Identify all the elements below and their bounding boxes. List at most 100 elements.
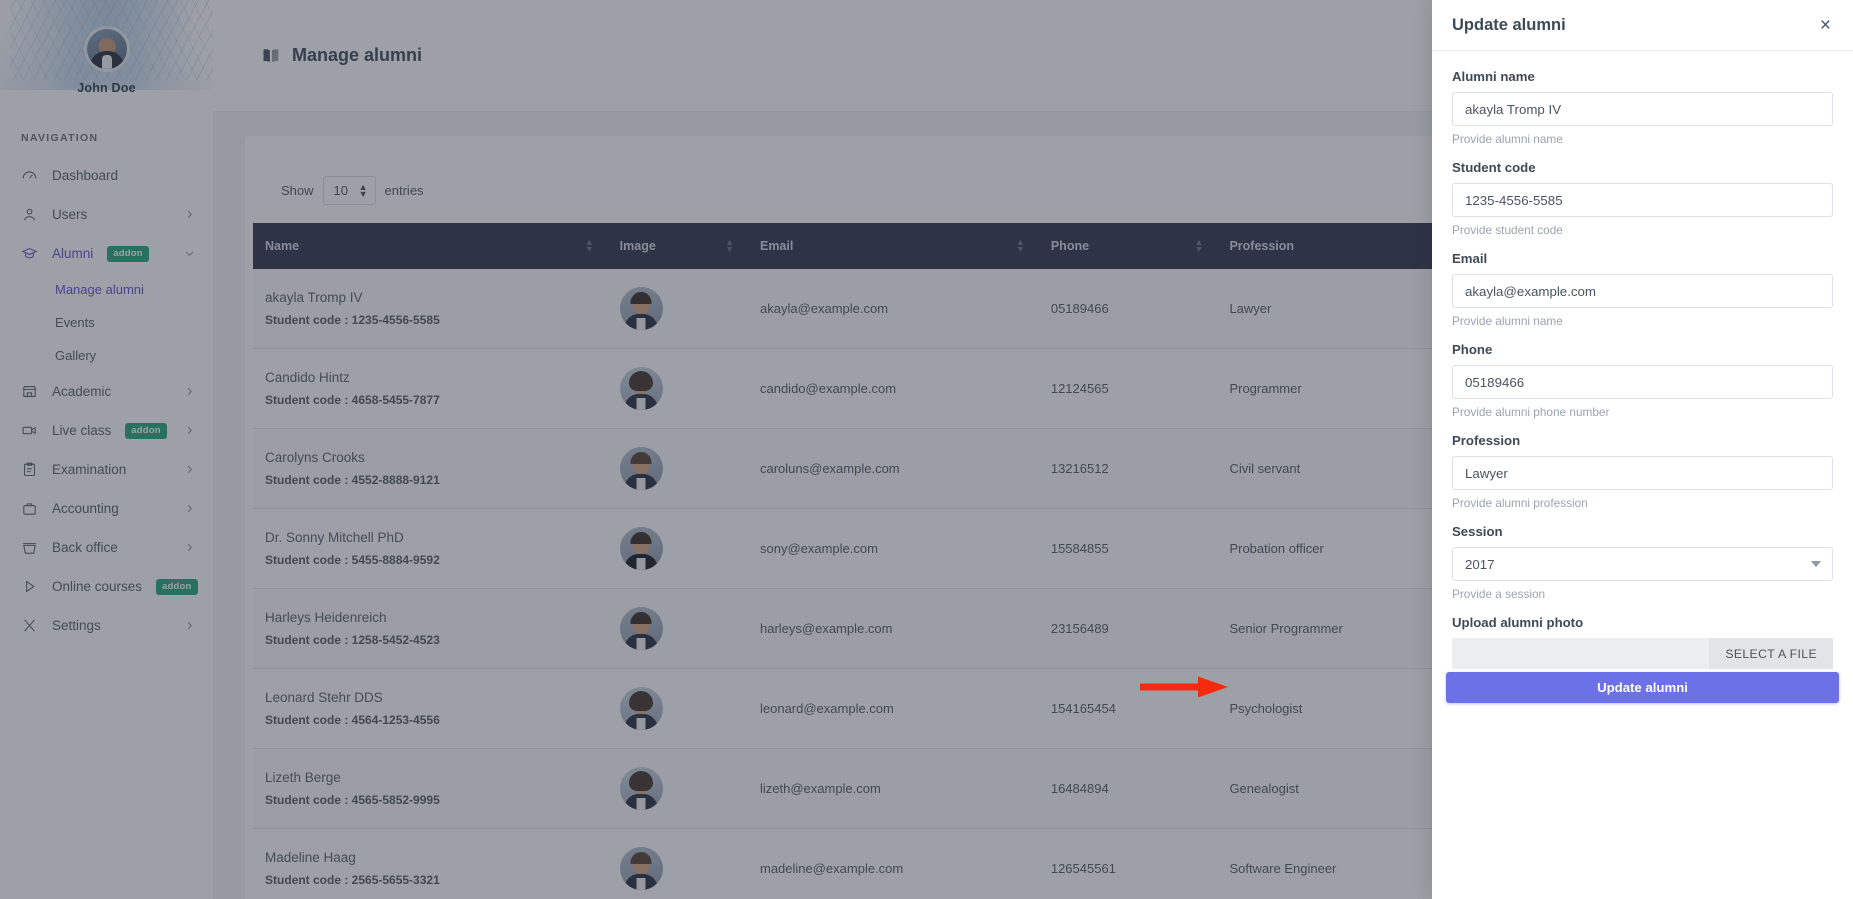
page-length-select[interactable]: 10 xyxy=(323,176,376,205)
sort-icon: ▲▼ xyxy=(1195,239,1204,253)
sidebar-item-accounting[interactable]: Accounting xyxy=(0,489,213,528)
email-input[interactable] xyxy=(1452,274,1833,308)
sidebar-item-gallery[interactable]: Gallery xyxy=(0,339,213,372)
table-row[interactable]: Madeline HaagStudent code : 2565-5655-33… xyxy=(253,829,1553,899)
cell-image xyxy=(608,509,748,589)
table-row[interactable]: akayla Tromp IVStudent code : 1235-4556-… xyxy=(253,269,1553,349)
alumni-name-text: Carolyns Crooks xyxy=(265,450,608,465)
label-email: Email xyxy=(1452,251,1833,266)
label-session: Session xyxy=(1452,524,1833,539)
cell-name: Lizeth BergeStudent code : 4565-5852-999… xyxy=(253,749,608,829)
table-row[interactable]: Leonard Stehr DDSStudent code : 4564-125… xyxy=(253,669,1553,749)
hint-phone: Provide alumni phone number xyxy=(1452,405,1833,419)
cell-email: akayla@example.com xyxy=(748,269,1039,349)
video-camera-icon xyxy=(21,422,38,439)
addon-badge: addon xyxy=(125,423,167,439)
sort-icon: ▲▼ xyxy=(1016,239,1025,253)
student-code-input[interactable] xyxy=(1452,183,1833,217)
table-head: Name▲▼ Image▲▼ Email▲▼ Phone▲▼ Professio… xyxy=(253,223,1553,269)
field-alumni-name: Alumni name Provide alumni name xyxy=(1452,69,1833,146)
table-row[interactable]: Harleys HeidenreichStudent code : 1258-5… xyxy=(253,589,1553,669)
upload-control: SELECT A FILE xyxy=(1452,638,1833,669)
cell-phone: 05189466 xyxy=(1039,269,1218,349)
sidebar: John Doe NAVIGATION Dashboard Users xyxy=(0,0,213,899)
update-alumni-button[interactable]: Update alumni xyxy=(1446,672,1839,703)
cell-name: Madeline HaagStudent code : 2565-5655-33… xyxy=(253,829,608,899)
page-title-text: Manage alumni xyxy=(292,45,422,66)
hint-student-code: Provide student code xyxy=(1452,223,1833,237)
sidebar-item-label: Academic xyxy=(52,384,111,399)
hint-profession: Provide alumni profession xyxy=(1452,496,1833,510)
entries-label: entries xyxy=(385,183,424,198)
sidebar-item-alumni[interactable]: Alumni addon xyxy=(0,234,213,273)
hint-alumni-name: Provide alumni name xyxy=(1452,132,1833,146)
alumni-photo xyxy=(620,287,663,330)
alumni-photo xyxy=(620,607,663,650)
chevron-right-icon xyxy=(184,620,195,631)
alumni-student-code-text: Student code : 1235-4556-5585 xyxy=(265,313,608,327)
sidebar-item-label: Online courses xyxy=(52,579,142,594)
cell-email: leonard@example.com xyxy=(748,669,1039,749)
alumni-photo xyxy=(620,527,663,570)
sidebar-item-online-courses[interactable]: Online courses addon xyxy=(0,567,213,606)
field-upload-photo: Upload alumni photo SELECT A FILE xyxy=(1452,615,1833,669)
upload-file-name[interactable] xyxy=(1452,638,1709,669)
chevron-right-icon xyxy=(184,503,195,514)
sidebar-item-label: Accounting xyxy=(52,501,119,516)
column-header-phone[interactable]: Phone▲▼ xyxy=(1039,223,1218,269)
select-a-file-button[interactable]: SELECT A FILE xyxy=(1709,638,1833,669)
drawer-title: Update alumni xyxy=(1452,16,1566,35)
column-header-name[interactable]: Name▲▼ xyxy=(253,223,608,269)
sidebar-item-users[interactable]: Users xyxy=(0,195,213,234)
label-student-code: Student code xyxy=(1452,160,1833,175)
sidebar-item-label: Alumni xyxy=(52,246,93,261)
profession-input[interactable] xyxy=(1452,456,1833,490)
sidebar-item-academic[interactable]: Academic xyxy=(0,372,213,411)
table-row[interactable]: Lizeth BergeStudent code : 4565-5852-999… xyxy=(253,749,1553,829)
alumni-name-input[interactable] xyxy=(1452,92,1833,126)
phone-input[interactable] xyxy=(1452,365,1833,399)
sidebar-item-examination[interactable]: Examination xyxy=(0,450,213,489)
alumni-submenu: Manage alumni Events Gallery xyxy=(0,273,213,372)
cell-email: candido@example.com xyxy=(748,349,1039,429)
play-icon xyxy=(21,578,38,595)
alumni-student-code-text: Student code : 4552-8888-9121 xyxy=(265,473,608,487)
drawer-header: Update alumni × xyxy=(1432,0,1853,51)
cell-image xyxy=(608,829,748,899)
sort-icon: ▲▼ xyxy=(585,239,594,253)
column-header-image[interactable]: Image▲▼ xyxy=(608,223,748,269)
nav-list-primary: Dashboard Users Alumni addo xyxy=(0,156,213,273)
sidebar-item-dashboard[interactable]: Dashboard xyxy=(0,156,213,195)
sidebar-item-label: Examination xyxy=(52,462,126,477)
field-phone: Phone Provide alumni phone number xyxy=(1452,342,1833,419)
hint-email: Provide alumni name xyxy=(1452,314,1833,328)
show-label: Show xyxy=(281,183,314,198)
session-select[interactable]: 2017 xyxy=(1452,547,1833,581)
cell-name: Harleys HeidenreichStudent code : 1258-5… xyxy=(253,589,608,669)
user-icon xyxy=(21,206,38,223)
cell-name: akayla Tromp IVStudent code : 1235-4556-… xyxy=(253,269,608,349)
session-selected-value: 2017 xyxy=(1465,557,1495,572)
sidebar-item-events[interactable]: Events xyxy=(0,306,213,339)
sidebar-item-manage-alumni[interactable]: Manage alumni xyxy=(0,273,213,306)
sidebar-item-settings[interactable]: Settings xyxy=(0,606,213,645)
avatar xyxy=(84,26,130,72)
chevron-right-icon xyxy=(184,542,195,553)
table-row[interactable]: Candido HintzStudent code : 4658-5455-78… xyxy=(253,349,1553,429)
graduation-cap-icon xyxy=(21,245,38,262)
sidebar-item-live-class[interactable]: Live class addon xyxy=(0,411,213,450)
sidebar-item-back-office[interactable]: Back office xyxy=(0,528,213,567)
cell-email: caroluns@example.com xyxy=(748,429,1039,509)
nav-section-heading: NAVIGATION xyxy=(21,132,213,144)
chevron-right-icon xyxy=(184,464,195,475)
basket-icon xyxy=(21,539,38,556)
table-row[interactable]: Dr. Sonny Mitchell PhDStudent code : 545… xyxy=(253,509,1553,589)
cell-phone: 126545561 xyxy=(1039,829,1218,899)
cell-name: Candido HintzStudent code : 4658-5455-78… xyxy=(253,349,608,429)
cell-email: harleys@example.com xyxy=(748,589,1039,669)
column-header-email[interactable]: Email▲▼ xyxy=(748,223,1039,269)
table-row[interactable]: Carolyns Crooks Student code : 4552-8888-… xyxy=(253,429,1553,509)
close-icon[interactable]: × xyxy=(1818,16,1833,35)
field-session: Session 2017 Provide a session xyxy=(1452,524,1833,601)
alumni-photo xyxy=(620,847,663,890)
